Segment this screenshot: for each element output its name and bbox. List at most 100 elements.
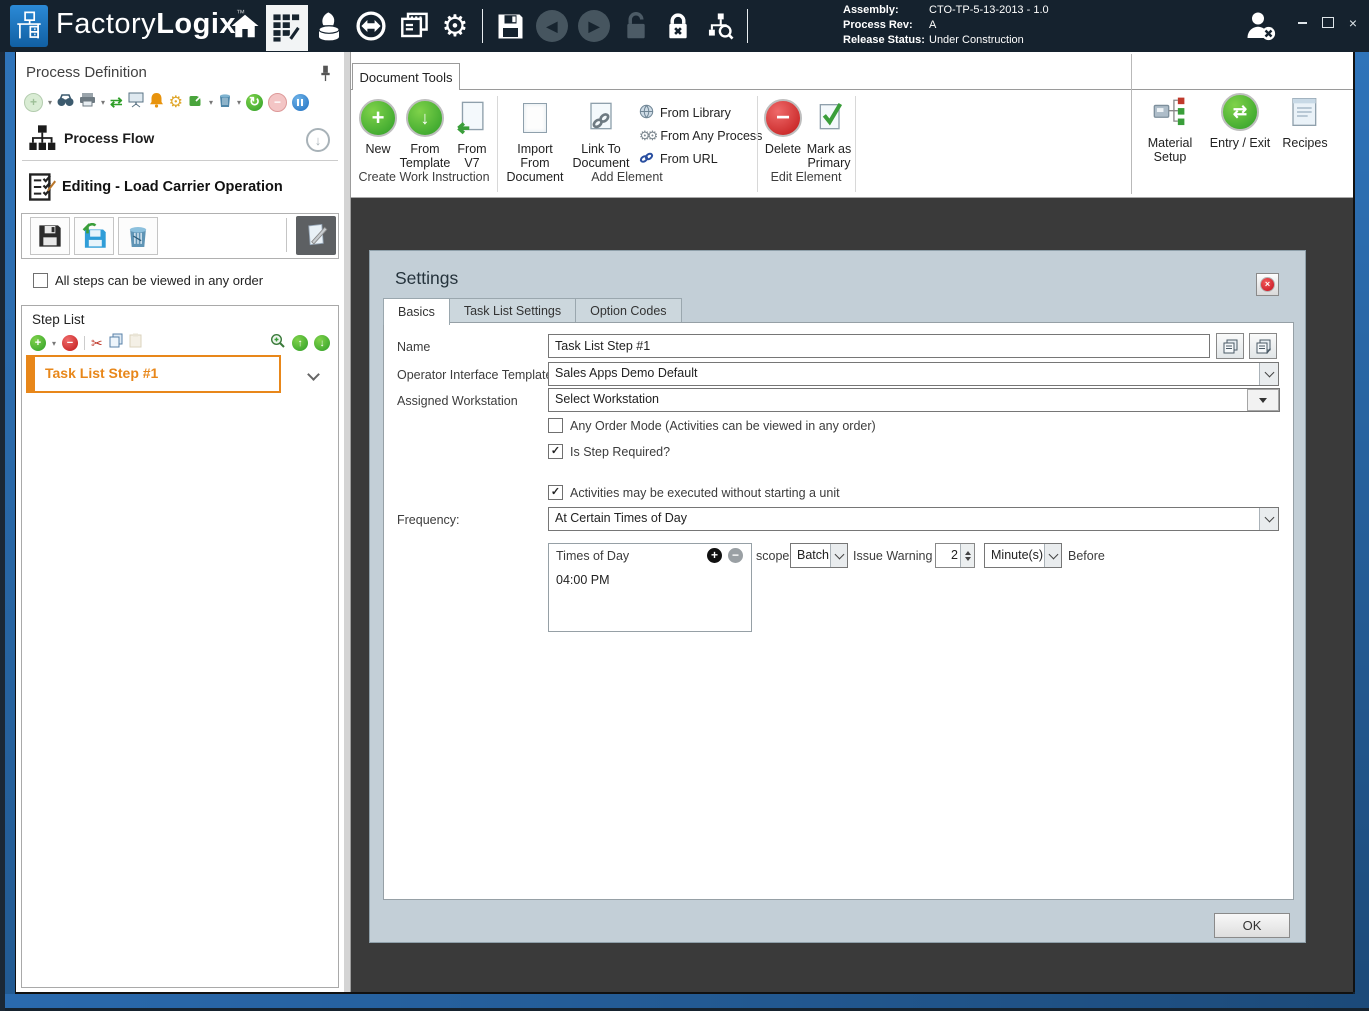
from-url-button[interactable]: From URL bbox=[639, 149, 761, 169]
add-disabled-icon[interactable]: + bbox=[24, 92, 43, 112]
spinner-arrows[interactable] bbox=[960, 544, 974, 567]
remove-step-icon[interactable]: − bbox=[62, 335, 79, 351]
cut-icon[interactable]: ✂ bbox=[91, 335, 103, 352]
add-time-icon[interactable]: + bbox=[707, 548, 722, 563]
add-dropdown-caret-icon[interactable]: ▾ bbox=[48, 98, 52, 107]
step-accent-bar bbox=[28, 357, 35, 391]
bell-icon[interactable] bbox=[149, 92, 164, 113]
any-order-mode-row[interactable]: Any Order Mode (Activities can be viewed… bbox=[548, 418, 876, 433]
process-definition-icon[interactable] bbox=[266, 4, 308, 51]
recipes-icon bbox=[1290, 92, 1320, 132]
issue-warning-spinner[interactable]: 2 bbox=[935, 543, 975, 568]
process-flow-icon bbox=[28, 124, 56, 157]
move-down-icon[interactable]: ↓ bbox=[314, 335, 330, 351]
link-document-icon bbox=[587, 98, 615, 138]
step-list-item[interactable]: Task List Step #1 bbox=[26, 355, 281, 393]
frequency-select[interactable]: At Certain Times of Day bbox=[548, 507, 1279, 531]
process-rev-value: A bbox=[929, 19, 937, 31]
minimize-button[interactable] bbox=[1297, 21, 1307, 24]
process-flow-row[interactable]: Process Flow ↓ bbox=[16, 122, 344, 156]
run-gear-icon[interactable]: ⚙ bbox=[169, 92, 183, 112]
print-icon[interactable] bbox=[79, 92, 96, 112]
time-entry[interactable]: 04:00 PM bbox=[556, 573, 610, 587]
activities-without-unit-row[interactable]: ✓ Activities may be executed without sta… bbox=[548, 485, 840, 500]
forward-icon[interactable]: ▶ bbox=[573, 0, 615, 52]
unlock-icon[interactable] bbox=[615, 0, 657, 52]
material-setup-button[interactable]: Material Setup bbox=[1139, 92, 1201, 180]
remove-time-icon[interactable]: − bbox=[728, 548, 743, 563]
back-icon[interactable]: ◀ bbox=[531, 0, 573, 52]
tab-task-list-settings[interactable]: Task List Settings bbox=[449, 298, 577, 324]
recycle-bin-button[interactable] bbox=[118, 217, 158, 255]
print-dropdown-caret-icon[interactable]: ▾ bbox=[101, 98, 105, 107]
copy-name-button[interactable] bbox=[1216, 333, 1244, 359]
copy-edit-name-button[interactable] bbox=[1249, 333, 1277, 359]
copy-icon[interactable] bbox=[109, 333, 123, 353]
combo-chevron-icon[interactable] bbox=[1259, 363, 1278, 385]
add-step-icon[interactable]: + bbox=[30, 335, 46, 351]
operator-interface-template-select[interactable]: Sales Apps Demo Default bbox=[548, 362, 1279, 386]
dialog-close-button[interactable]: × bbox=[1256, 273, 1279, 296]
any-order-checkbox[interactable] bbox=[548, 418, 563, 433]
export-package-icon[interactable] bbox=[188, 92, 204, 113]
all-steps-checkbox[interactable] bbox=[33, 273, 48, 288]
name-input[interactable]: Task List Step #1 bbox=[548, 334, 1210, 358]
documents-icon[interactable] bbox=[392, 0, 434, 52]
edit-mode-toggle[interactable] bbox=[296, 216, 336, 255]
save-icon[interactable] bbox=[489, 0, 531, 52]
times-of-day-list[interactable]: 04:00 PM bbox=[548, 567, 752, 632]
check-icon: ✓ bbox=[550, 445, 561, 457]
save-document-button[interactable] bbox=[30, 217, 70, 255]
workstation-dropdown-button[interactable] bbox=[1247, 389, 1279, 411]
zoom-add-icon[interactable] bbox=[270, 333, 286, 354]
add-step-caret-icon[interactable]: ▾ bbox=[52, 339, 56, 348]
save-as-button[interactable] bbox=[74, 217, 114, 255]
home-icon[interactable] bbox=[224, 0, 266, 52]
is-step-required-row[interactable]: ✓ Is Step Required? bbox=[548, 444, 670, 459]
from-template-icon: ↓ bbox=[406, 98, 444, 138]
trash-icon[interactable] bbox=[218, 92, 232, 113]
ok-button[interactable]: OK bbox=[1214, 913, 1290, 938]
presentation-icon[interactable] bbox=[128, 92, 144, 113]
expand-down-icon[interactable]: ↓ bbox=[306, 128, 330, 152]
all-steps-checkbox-row[interactable]: All steps can be viewed in any order bbox=[33, 273, 263, 288]
transfer-icon[interactable] bbox=[350, 0, 392, 52]
combo-chevron-icon[interactable] bbox=[1259, 508, 1278, 530]
warning-unit-select[interactable]: Minute(s) bbox=[984, 543, 1062, 568]
process-search-icon[interactable] bbox=[699, 0, 741, 52]
recipes-button[interactable]: Recipes bbox=[1277, 92, 1333, 180]
settings-gear-icon[interactable]: ⚙ bbox=[434, 0, 476, 52]
scope-select[interactable]: Batch bbox=[790, 543, 848, 568]
editing-row: Editing - Load Carrier Operation bbox=[16, 170, 344, 206]
step-list-panel: Step List + ▾ − ✂ ↑ ↓ Task List Step #1 bbox=[21, 305, 339, 988]
pause-icon[interactable] bbox=[291, 93, 309, 111]
tab-document-tools[interactable]: Document Tools bbox=[352, 63, 460, 90]
pin-icon[interactable] bbox=[319, 65, 332, 87]
lock-cancel-icon[interactable] bbox=[657, 0, 699, 52]
maximize-button[interactable] bbox=[1321, 17, 1334, 28]
entry-exit-button[interactable]: ⇄ Entry / Exit bbox=[1205, 92, 1275, 180]
step-expander-chevron-icon[interactable] bbox=[307, 366, 320, 384]
find-binoculars-icon[interactable] bbox=[57, 93, 74, 112]
production-icon[interactable] bbox=[308, 0, 350, 52]
close-window-button[interactable]: × bbox=[1349, 16, 1357, 30]
url-chain-icon bbox=[639, 152, 654, 167]
activities-checkbox[interactable]: ✓ bbox=[548, 485, 563, 500]
export-dropdown-caret-icon[interactable]: ▾ bbox=[209, 98, 213, 107]
paste-icon[interactable] bbox=[129, 333, 142, 353]
refresh-icon[interactable]: ↻ bbox=[245, 93, 263, 111]
logout-user-icon[interactable] bbox=[1243, 8, 1279, 49]
tab-basics[interactable]: Basics bbox=[383, 298, 450, 325]
remove-disabled-icon[interactable]: − bbox=[267, 92, 287, 112]
assigned-workstation-select[interactable]: Select Workstation bbox=[548, 388, 1280, 412]
exchange-icon[interactable]: ⇄ bbox=[110, 93, 123, 111]
step-required-checkbox[interactable]: ✓ bbox=[548, 444, 563, 459]
trash-dropdown-caret-icon[interactable]: ▾ bbox=[237, 98, 241, 107]
combo-chevron-icon[interactable] bbox=[830, 544, 847, 567]
tab-option-codes[interactable]: Option Codes bbox=[576, 298, 682, 324]
panel-splitter[interactable] bbox=[344, 52, 351, 992]
from-any-process-button[interactable]: ⚙⚙ From Any Process bbox=[639, 126, 762, 146]
combo-chevron-icon[interactable] bbox=[1044, 544, 1061, 567]
move-up-icon[interactable]: ↑ bbox=[292, 335, 308, 351]
from-library-button[interactable]: From Library bbox=[639, 103, 761, 123]
